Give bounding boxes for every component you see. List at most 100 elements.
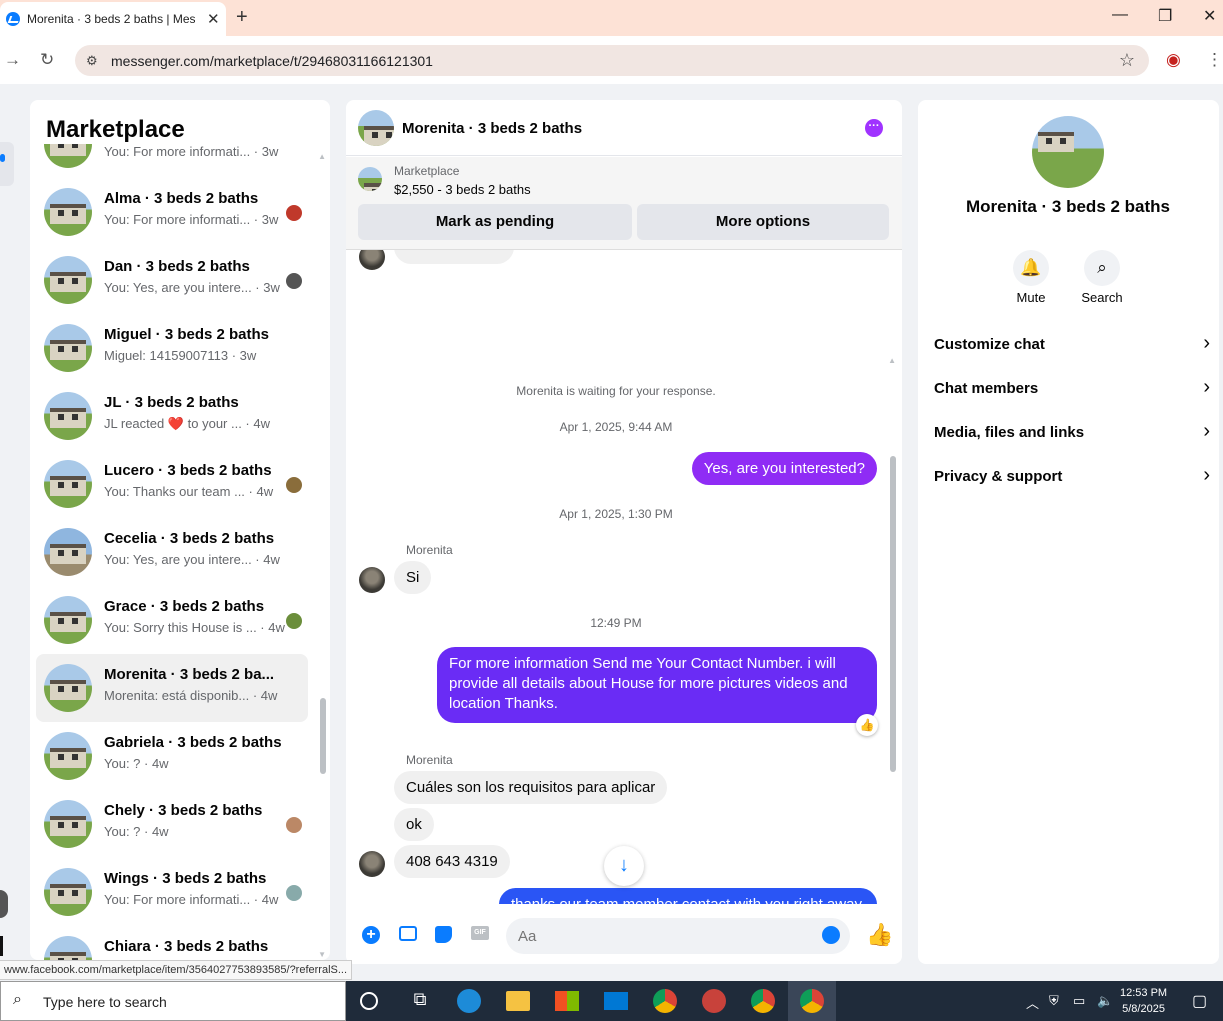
message-outgoing[interactable]: Yes, are you interested?	[691, 452, 877, 485]
conversation-item[interactable]: Dan · 3 beds 2 baths You: Yes, are you in…	[36, 246, 308, 314]
message-outgoing[interactable]: thanks our team member contact with you …	[498, 888, 877, 904]
security-icon[interactable]: ⛨	[1049, 993, 1059, 1009]
message-incoming[interactable]: 408 643 4319	[394, 845, 510, 878]
conversation-item[interactable]: Thanh · 3 beds 2 bathsYou: For more info…	[36, 144, 308, 178]
omnibox[interactable]: ⚙ messenger.com/marketplace/t/2946803116…	[75, 45, 1149, 76]
nav-selected-highlight	[0, 142, 14, 186]
customize-chat-row[interactable]: Customize chat ›	[934, 330, 1210, 360]
more-options-button[interactable]: More options	[637, 204, 889, 240]
conversation-item[interactable]: Lucero · 3 beds 2 baths You: Thanks our t…	[36, 450, 308, 518]
task-view-icon[interactable]: ⧉	[408, 989, 432, 1013]
conversation-name: Lucero · 3 beds 2 baths	[104, 462, 272, 479]
like-button-icon[interactable]: 👍	[866, 922, 893, 948]
sender-avatar[interactable]	[359, 567, 385, 593]
message-incoming[interactable]: Cuáles son los requisitos para aplicar	[394, 771, 668, 804]
minimize-icon[interactable]: —	[1112, 6, 1128, 24]
conversation-item[interactable]: JL · 3 beds 2 baths JL reacted ❤️ to your…	[36, 382, 308, 450]
sender-avatar[interactable]	[359, 851, 385, 877]
chat-avatar[interactable]	[358, 110, 394, 146]
conversation-avatar	[44, 324, 92, 372]
system-clock[interactable]: 12:53 PM 5/8/2025	[1120, 985, 1167, 1017]
profile-icon[interactable]: ◉	[1166, 50, 1181, 70]
message-incoming[interactable]: Si	[394, 561, 432, 594]
listing-thumbnail[interactable]	[358, 167, 382, 191]
row-label: Privacy & support	[934, 468, 1063, 485]
scroll-to-bottom-button[interactable]: ↓	[604, 846, 644, 886]
chrome-profile-icon[interactable]	[800, 989, 824, 1013]
close-tab-icon[interactable]: ✕	[207, 10, 220, 28]
more-icon[interactable]: ···	[865, 119, 883, 137]
scroll-up-icon[interactable]: ▲	[888, 356, 896, 365]
reload-icon[interactable]: ↻	[40, 50, 54, 70]
conversation-item[interactable]: Gabriela · 3 beds 2 baths You: ? · 4w	[36, 722, 308, 790]
store-icon[interactable]	[555, 991, 579, 1011]
forward-icon[interactable]: →	[4, 50, 21, 70]
image-icon[interactable]	[399, 926, 417, 941]
chrome-icon[interactable]	[653, 989, 677, 1013]
bookmark-star-icon[interactable]: ☆	[1119, 50, 1135, 71]
search-icon: ⌕	[13, 991, 22, 1008]
file-explorer-icon[interactable]	[506, 991, 530, 1011]
chat-title[interactable]: Morenita · 3 beds 2 baths	[402, 120, 582, 137]
conversation-item[interactable]: Chely · 3 beds 2 baths You: ? · 4w	[36, 790, 308, 858]
status-link-preview: www.facebook.com/marketplace/item/356402…	[0, 960, 353, 980]
message-outgoing[interactable]: For more information Send me Your Contac…	[437, 647, 877, 723]
conversation-item[interactable]: Wings · 3 beds 2 baths You: For more info…	[36, 858, 308, 926]
user-avatar[interactable]	[0, 890, 8, 918]
conversation-item[interactable]: Miguel · 3 beds 2 baths Miguel: 141590071…	[36, 314, 308, 382]
mute-button[interactable]: 🔔 Mute	[1001, 250, 1061, 305]
chevron-right-icon: ›	[1203, 376, 1210, 398]
mail-icon[interactable]	[604, 992, 628, 1010]
chat-header: Morenita · 3 beds 2 baths ···	[346, 100, 902, 156]
privacy-support-row[interactable]: Privacy & support ›	[934, 462, 1210, 492]
close-window-icon[interactable]: ✕	[1203, 6, 1216, 26]
conversation-name: Dan · 3 beds 2 baths	[104, 258, 250, 275]
message-thread: Morenita is waiting for your response. A…	[346, 250, 902, 904]
restore-icon[interactable]: ❐	[1158, 6, 1172, 26]
conversation-list: Thanh · 3 beds 2 bathsYou: For more info…	[30, 144, 330, 960]
plus-icon[interactable]: +	[362, 926, 380, 944]
reaction-badge[interactable]: 👍	[856, 714, 878, 736]
mark-as-pending-button[interactable]: Mark as pending	[358, 204, 632, 240]
notification-icon[interactable]: ▢	[1192, 991, 1207, 1011]
scroll-up-icon[interactable]: ▲	[318, 152, 326, 161]
chrome-icon[interactable]	[751, 989, 775, 1013]
conversation-preview: You: For more informati... · 3w	[104, 144, 279, 159]
site-info-icon[interactable]: ⚙	[86, 53, 98, 69]
thread-scrollbar[interactable]	[890, 456, 896, 772]
listing-price[interactable]: $2,550 - 3 beds 2 baths	[394, 182, 531, 197]
conversation-preview: You: ? · 4w	[104, 756, 169, 771]
conversation-avatar	[44, 528, 92, 576]
profile-avatar[interactable]	[1032, 116, 1104, 188]
conversation-item[interactable]: Alma · 3 beds 2 baths You: For more infor…	[36, 178, 308, 246]
chat-members-row[interactable]: Chat members ›	[934, 374, 1210, 404]
message-incoming[interactable]: ok	[394, 808, 434, 841]
conversation-item[interactable]: Chiara · 3 beds 2 baths	[36, 926, 308, 960]
emoji-icon[interactable]	[822, 926, 840, 944]
conversation-item[interactable]: Cecelia · 3 beds 2 baths You: Yes, are yo…	[36, 518, 308, 586]
app-icon[interactable]	[702, 989, 726, 1013]
conversation-preview: Miguel: 14159007113 · 3w	[104, 348, 257, 363]
sidebar-scrollbar[interactable]	[320, 698, 326, 774]
search-button[interactable]: ⌕ Search	[1072, 250, 1132, 305]
sticker-icon[interactable]	[435, 926, 452, 943]
message-input[interactable]	[506, 918, 850, 954]
browser-tab[interactable]: Morenita · 3 beds 2 baths | Messenger ✕	[0, 2, 226, 36]
volume-icon[interactable]: 🔈	[1097, 993, 1113, 1009]
browser-menu-icon[interactable]: ⋮	[1206, 50, 1223, 70]
conversation-item[interactable]: Grace · 3 beds 2 baths You: Sorry this Ho…	[36, 586, 308, 654]
taskbar-search[interactable]: ⌕ Type here to search	[0, 981, 346, 1021]
tray-chevron-icon[interactable]: ︿	[1026, 993, 1039, 1012]
cortana-icon[interactable]	[360, 992, 378, 1010]
conversation-item[interactable]: Morenita · 3 beds 2 ba... Morenita: está …	[36, 654, 308, 722]
edge-icon[interactable]	[457, 989, 481, 1013]
media-files-links-row[interactable]: Media, files and links ›	[934, 418, 1210, 448]
gif-icon[interactable]: GIF	[471, 926, 489, 940]
nav-item[interactable]	[0, 936, 3, 956]
conversation-preview: Morenita: está disponib... · 4w	[104, 688, 278, 703]
conversation-avatar	[44, 188, 92, 236]
new-tab-icon[interactable]: +	[236, 6, 248, 29]
conversation-avatar	[44, 868, 92, 916]
scroll-down-icon[interactable]: ▼	[318, 950, 326, 959]
network-icon[interactable]: ▭	[1073, 993, 1085, 1009]
